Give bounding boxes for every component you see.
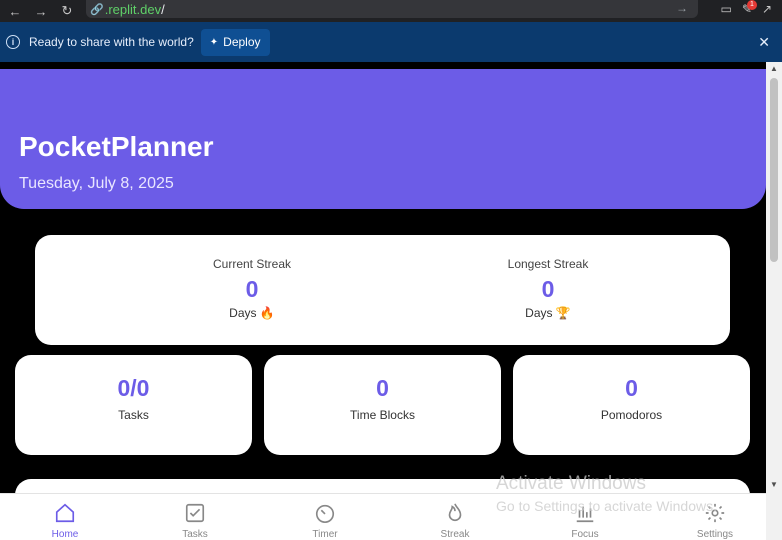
reload-icon[interactable]: ↻ xyxy=(56,0,78,22)
external-link-icon[interactable]: ↗ xyxy=(762,2,772,16)
url-path: / xyxy=(161,1,165,17)
nav-tasks-label: Tasks xyxy=(182,529,208,540)
current-streak-unit: Days 🔥 xyxy=(229,306,275,320)
home-icon xyxy=(55,503,75,523)
deploy-banner: i Ready to share with the world? ✦ Deplo… xyxy=(0,22,782,62)
flame-icon xyxy=(448,503,462,522)
scroll-down-arrow-icon[interactable]: ▼ xyxy=(766,478,782,492)
streak-card: Current Streak 0 Days 🔥 Longest Streak 0… xyxy=(35,235,730,345)
current-date: Tuesday, July 8, 2025 xyxy=(19,175,174,192)
longest-streak: Longest Streak 0 Days 🏆 xyxy=(448,235,648,320)
url-host: .replit.dev xyxy=(104,1,162,17)
current-streak-label: Current Streak xyxy=(212,257,292,271)
rocket-icon: ✦ xyxy=(209,36,219,48)
pomodoros-count: 0 xyxy=(625,375,638,401)
tasks-label: Tasks xyxy=(118,408,149,422)
timer-icon xyxy=(315,504,335,523)
browser-toolbar: ← → ↻ 🔗 .replit.dev / → ▭ ✎ 1 ↗ xyxy=(0,0,782,22)
stat-card-time-blocks[interactable]: 0 Time Blocks xyxy=(264,355,501,455)
current-streak: Current Streak 0 Days 🔥 xyxy=(152,235,352,320)
notification-badge: 1 xyxy=(746,0,757,10)
scroll-thumb[interactable] xyxy=(770,78,778,262)
longest-streak-unit: Days 🏆 xyxy=(525,306,571,320)
deploy-button[interactable]: ✦ Deploy xyxy=(200,28,270,56)
current-streak-value: 0 xyxy=(245,276,259,302)
nav-timer[interactable]: Timer xyxy=(260,494,390,540)
nav-home-label: Home xyxy=(51,529,79,540)
stat-card-pomodoros[interactable]: 0 Pomodoros xyxy=(513,355,750,455)
longest-streak-label: Longest Streak xyxy=(507,257,589,271)
time-blocks-count: 0 xyxy=(376,375,389,401)
app-viewport: PocketPlanner Tuesday, July 8, 2025 Curr… xyxy=(0,62,766,540)
nav-tasks[interactable]: Tasks xyxy=(130,494,260,540)
time-blocks-label: Time Blocks xyxy=(350,408,415,422)
nav-focus-label: Focus xyxy=(571,529,599,540)
nav-timer-label: Timer xyxy=(312,529,338,540)
link-icon: 🔗 xyxy=(90,3,104,16)
watermark-title: Activate Windows xyxy=(496,473,646,494)
address-bar[interactable]: 🔗 .replit.dev / → xyxy=(86,0,698,18)
vertical-scrollbar[interactable]: ▲ ▼ xyxy=(766,62,782,540)
deploy-label: Deploy xyxy=(223,35,261,49)
back-arrow-icon[interactable]: ← xyxy=(4,0,26,22)
watermark-subtitle: Go to Settings to activate Windows. xyxy=(496,498,717,514)
nav-streak-label: Streak xyxy=(440,529,470,540)
scroll-up-arrow-icon[interactable]: ▲ xyxy=(766,62,782,76)
nav-settings-label: Settings xyxy=(696,529,734,540)
extension-icon[interactable]: ✎ 1 xyxy=(742,0,757,16)
pomodoros-label: Pomodoros xyxy=(600,408,663,422)
tasks-count: 0/0 xyxy=(117,375,150,401)
close-icon[interactable]: ✕ xyxy=(758,34,770,51)
trophy-icon: 🏆 xyxy=(555,306,571,320)
stat-card-tasks[interactable]: 0/0 Tasks xyxy=(15,355,252,455)
page-title: PocketPlanner xyxy=(19,131,214,162)
forward-arrow-icon[interactable]: → xyxy=(30,0,52,22)
longest-streak-value: 0 xyxy=(541,276,555,302)
activate-windows-watermark: Activate Windows Go to Settings to activ… xyxy=(496,473,717,514)
app-header: PocketPlanner Tuesday, July 8, 2025 xyxy=(0,69,766,209)
nav-home[interactable]: Home xyxy=(0,494,130,540)
checkbox-icon xyxy=(185,503,205,523)
fire-icon: 🔥 xyxy=(259,306,275,320)
banner-message: Ready to share with the world? xyxy=(29,35,194,49)
info-icon: i xyxy=(6,35,20,49)
monitor-icon[interactable]: ▭ xyxy=(721,2,732,16)
go-arrow-icon[interactable]: → xyxy=(676,1,688,15)
